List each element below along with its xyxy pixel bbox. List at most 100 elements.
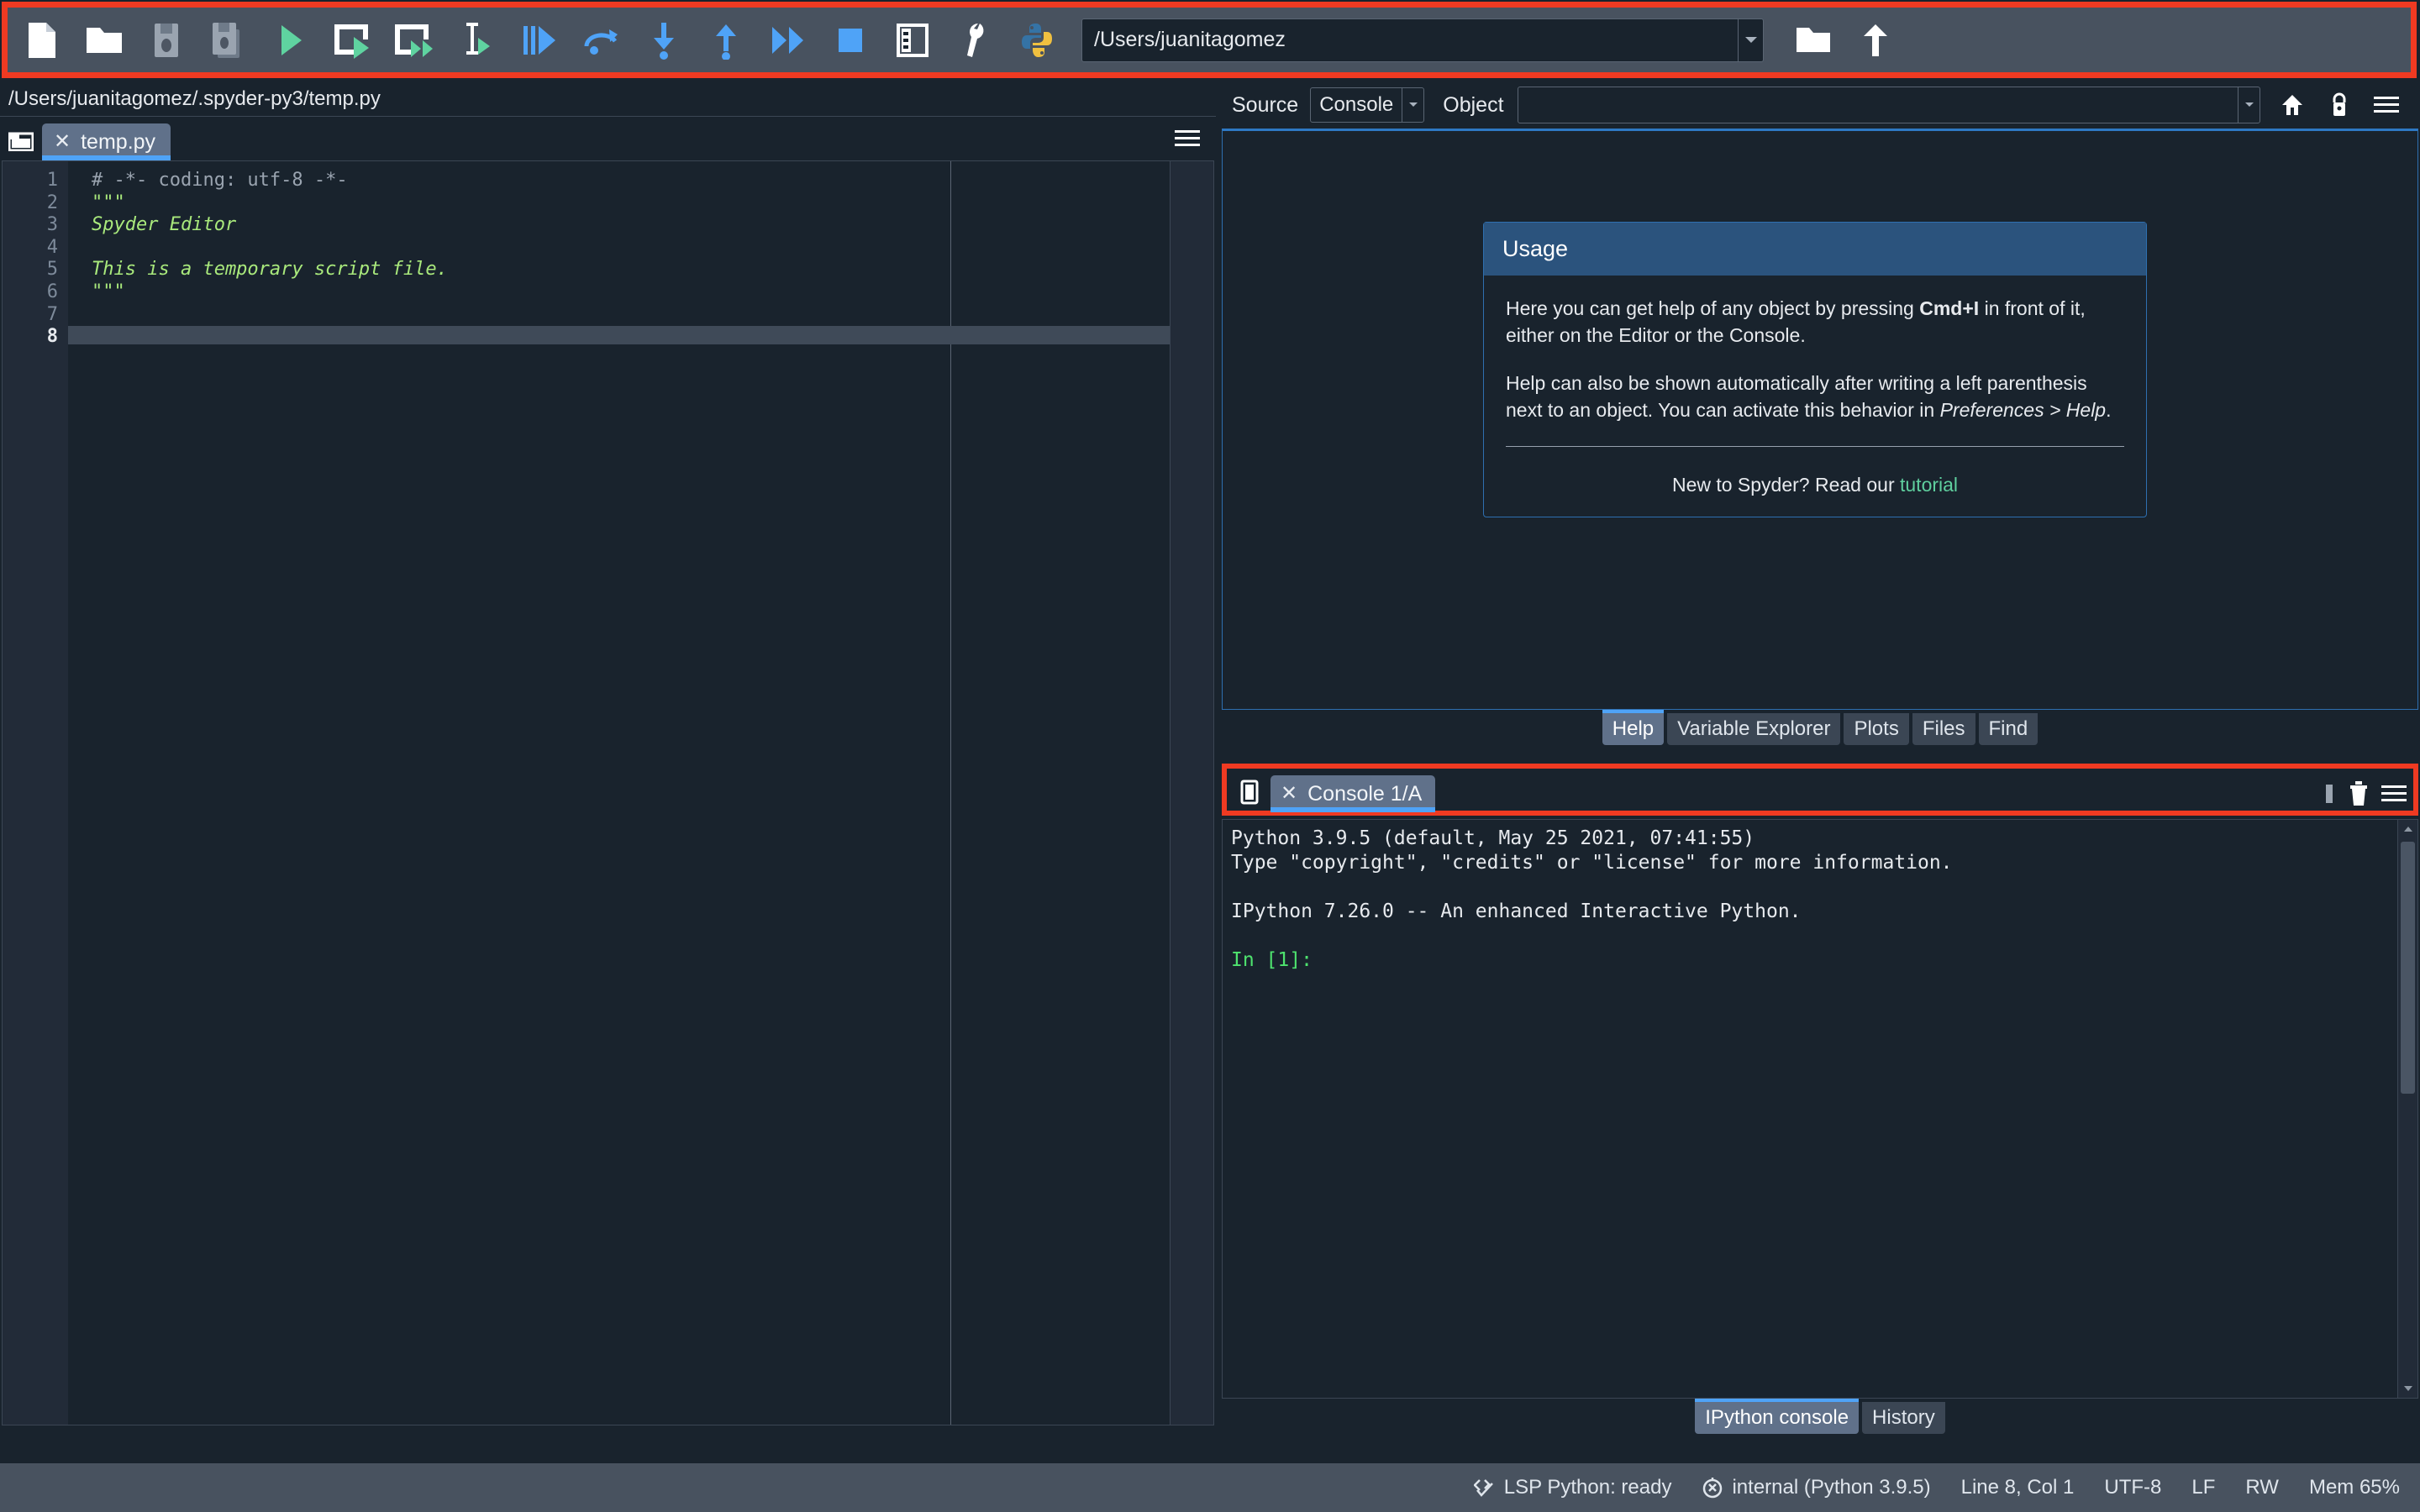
- editor-tab-bar: ✕ temp.py: [0, 117, 1216, 160]
- status-memory: Mem 65%: [2308, 1476, 2400, 1499]
- line-number: 6: [46, 281, 58, 302]
- console-line: Type "copyright", "credits" or "license"…: [1231, 852, 1953, 874]
- chevron-down-icon[interactable]: [1738, 18, 1763, 61]
- status-permissions: RW: [2245, 1476, 2279, 1499]
- console-scroll-thumb[interactable]: [2401, 842, 2415, 1094]
- run-selection-button[interactable]: [446, 13, 508, 68]
- editor-tab-temp-py[interactable]: ✕ temp.py: [42, 123, 171, 160]
- debug-file-button[interactable]: [508, 13, 571, 68]
- debug-step-into-button[interactable]: [633, 13, 695, 68]
- run-cell-button[interactable]: [322, 13, 384, 68]
- close-icon[interactable]: ✕: [1281, 784, 1297, 804]
- console-pane-tabs: IPython console History: [1220, 1399, 2420, 1437]
- usage-card: Usage Here you can get help of any objec…: [1483, 222, 2147, 517]
- scroll-up-icon[interactable]: [2398, 820, 2417, 838]
- pythonpath-manager-button[interactable]: [1006, 13, 1068, 68]
- status-cursor-position: Line 8, Col 1: [1960, 1476, 2075, 1499]
- save-file-button[interactable]: [135, 13, 197, 68]
- main-toolbar: /Users/juanitagomez: [8, 8, 2411, 72]
- tab-find[interactable]: Find: [1978, 713, 2039, 745]
- line-number: 7: [46, 303, 58, 325]
- line-number: 3: [46, 214, 58, 236]
- code-line: # -*- coding: utf-8 -*-: [92, 170, 348, 191]
- run-cell-advance-button[interactable]: [384, 13, 446, 68]
- line-number-gutter: 1 2 3 4 5 6 7 8: [3, 161, 68, 1425]
- help-object-input[interactable]: [1517, 87, 2260, 123]
- help-pane: Source Console Object Usage Here you can…: [1220, 81, 2420, 762]
- tab-history[interactable]: History: [1862, 1402, 1945, 1434]
- close-icon[interactable]: ✕: [54, 132, 71, 152]
- interrupt-kernel-icon[interactable]: [2323, 783, 2336, 805]
- scroll-down-icon[interactable]: [2398, 1379, 2417, 1398]
- help-content-area: Usage Here you can get help of any objec…: [1222, 129, 2418, 710]
- console-browse-tabs-icon[interactable]: [1228, 772, 1270, 812]
- usage-p1-pre: Here you can get help of any object by p…: [1506, 297, 1920, 319]
- usage-content: Here you can get help of any object by p…: [1484, 276, 2146, 474]
- tab-ipython-console[interactable]: IPython console: [1695, 1399, 1860, 1434]
- debug-stop-button[interactable]: [819, 13, 881, 68]
- tab-files[interactable]: Files: [1912, 713, 1975, 745]
- chevron-down-icon[interactable]: [1402, 88, 1423, 122]
- browse-working-directory-button[interactable]: [1782, 13, 1844, 68]
- run-file-button[interactable]: [260, 13, 322, 68]
- console-tab-1a[interactable]: ✕ Console 1/A: [1270, 775, 1436, 812]
- chevron-down-icon[interactable]: [2238, 87, 2260, 123]
- usage-p1-shortcut: Cmd+I: [1919, 297, 1980, 319]
- code-line: """: [92, 281, 125, 302]
- code-editor[interactable]: 1 2 3 4 5 6 7 8 # -*- coding: utf-8 -*- …: [2, 160, 1214, 1425]
- help-source-label: Source: [1232, 92, 1299, 117]
- help-options-hamburger-icon[interactable]: [2363, 85, 2410, 125]
- editor-pane: /Users/juanitagomez/.spyder-py3/temp.py …: [0, 81, 1216, 1463]
- help-pane-tabs: Help Variable Explorer Plots Files Find: [1220, 710, 2420, 748]
- console-actions: [2323, 780, 2407, 807]
- help-source-select[interactable]: Console: [1310, 87, 1425, 123]
- line-number: 5: [46, 259, 58, 281]
- usage-p2-emphasis: Preferences > Help: [1939, 399, 2107, 422]
- usage-paragraph-2: Help can also be shown automatically aft…: [1506, 370, 2124, 423]
- new-file-button[interactable]: [11, 13, 73, 68]
- usage-footer-text: New to Spyder? Read our: [1671, 473, 1900, 496]
- code-text-area[interactable]: # -*- coding: utf-8 -*- """ Spyder Edito…: [68, 161, 1213, 1425]
- editor-options-hamburger-icon[interactable]: [1172, 123, 1202, 154]
- tab-plots[interactable]: Plots: [1844, 713, 1909, 745]
- usage-title: Usage: [1484, 223, 2146, 276]
- maximize-pane-button[interactable]: [881, 13, 944, 68]
- tab-variable-explorer[interactable]: Variable Explorer: [1667, 713, 1841, 745]
- console-prompt: In [1]:: [1231, 949, 1313, 971]
- help-lock-icon[interactable]: [2316, 85, 2363, 125]
- tab-help[interactable]: Help: [1602, 710, 1665, 745]
- usage-p2-post: .: [2106, 399, 2112, 422]
- divider: [1506, 445, 2124, 447]
- code-line: Spyder Editor: [92, 214, 237, 236]
- preferences-button[interactable]: [944, 13, 1006, 68]
- debug-step-over-button[interactable]: [571, 13, 633, 68]
- console-header-region: ✕ Console 1/A: [1220, 762, 2420, 819]
- save-all-button[interactable]: [197, 13, 260, 68]
- console-scrollbar[interactable]: [2397, 820, 2417, 1398]
- status-interpreter: internal (Python 3.9.5): [1702, 1476, 1931, 1499]
- status-eol: LF: [2191, 1476, 2216, 1499]
- console-options-hamburger-icon[interactable]: [2381, 785, 2407, 803]
- help-home-icon[interactable]: [2269, 85, 2316, 125]
- open-file-button[interactable]: [73, 13, 135, 68]
- console-output-area[interactable]: Python 3.9.5 (default, May 25 2021, 07:4…: [1222, 819, 2418, 1399]
- working-directory-field[interactable]: /Users/juanitagomez: [1081, 18, 1764, 62]
- status-encoding: UTF-8: [2104, 1476, 2162, 1499]
- trash-icon[interactable]: [2348, 780, 2370, 807]
- debug-continue-button[interactable]: [757, 13, 819, 68]
- python-env-icon: [1702, 1477, 1723, 1499]
- parent-directory-button[interactable]: [1844, 13, 1907, 68]
- line-number: 1: [46, 170, 58, 191]
- editor-scroll-column[interactable]: [1170, 161, 1213, 1425]
- console-tab-label: Console 1/A: [1307, 781, 1423, 806]
- code-line: This is a temporary script file.: [92, 259, 448, 281]
- tutorial-link[interactable]: tutorial: [1900, 474, 1958, 496]
- browse-tabs-icon[interactable]: [0, 120, 42, 160]
- usage-footer: New to Spyder? Read our tutorial: [1484, 474, 2146, 517]
- status-lsp: LSP Python: ready: [1473, 1476, 1671, 1499]
- ipython-console-pane: ✕ Console 1/A Python 3.9.5 (default, May…: [1220, 762, 2420, 1463]
- debug-step-return-button[interactable]: [695, 13, 757, 68]
